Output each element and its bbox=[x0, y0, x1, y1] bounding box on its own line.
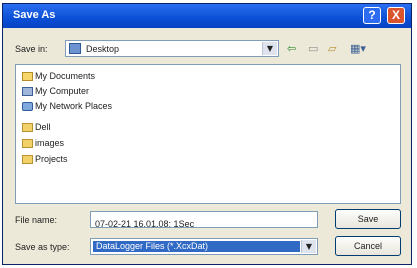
folder-icon bbox=[22, 122, 33, 132]
new-folder-icon[interactable]: ▱ bbox=[328, 42, 336, 55]
list-item-label: My Documents bbox=[35, 71, 96, 81]
list-item[interactable]: Projects bbox=[22, 153, 68, 165]
my-documents-icon bbox=[22, 71, 33, 81]
list-item-label: images bbox=[35, 138, 65, 148]
save-as-type-dropdown[interactable]: DataLogger Files (*.XcxDat) ▼ bbox=[90, 238, 318, 255]
file-list[interactable]: My Documents My Computer My Network Plac… bbox=[15, 64, 401, 204]
list-item[interactable]: images bbox=[22, 137, 64, 149]
list-item-label: Dell bbox=[35, 122, 51, 132]
my-network-places-icon bbox=[22, 101, 33, 111]
chevron-down-icon[interactable]: ▼ bbox=[301, 240, 316, 253]
title-bar[interactable]: Save As ? X bbox=[3, 4, 411, 28]
view-menu-icon[interactable]: ▦▾ bbox=[350, 42, 366, 55]
folder-icon bbox=[22, 154, 33, 164]
cancel-button[interactable]: Cancel bbox=[335, 236, 401, 256]
list-item[interactable]: My Documents bbox=[22, 70, 95, 82]
list-item[interactable]: My Computer bbox=[22, 85, 89, 97]
save-in-dropdown[interactable]: Desktop ▼ bbox=[65, 40, 279, 57]
folder-icon bbox=[22, 138, 33, 148]
dialog-title: Save As bbox=[13, 9, 56, 21]
help-button[interactable]: ? bbox=[363, 7, 381, 24]
chevron-down-icon[interactable]: ▼ bbox=[262, 42, 277, 55]
list-item-label: My Network Places bbox=[35, 101, 113, 111]
save-as-type-value: DataLogger Files (*.XcxDat) bbox=[93, 241, 300, 252]
desktop-icon bbox=[69, 43, 81, 54]
back-icon[interactable]: ⇦ bbox=[287, 42, 296, 55]
list-item[interactable]: My Network Places bbox=[22, 100, 112, 112]
up-folder-icon[interactable]: ▭ bbox=[308, 42, 318, 55]
save-in-value: Desktop bbox=[86, 44, 120, 54]
file-name-field[interactable] bbox=[90, 211, 318, 232]
file-name-input[interactable] bbox=[91, 216, 317, 232]
save-in-label: Save in: bbox=[15, 44, 48, 54]
save-as-type-label: Save as type: bbox=[15, 242, 70, 252]
file-name-label: File name: bbox=[15, 215, 58, 225]
save-button[interactable]: Save bbox=[335, 209, 401, 229]
close-button[interactable]: X bbox=[387, 7, 405, 24]
save-as-dialog: Save As ? X Save in: Desktop ▼ ⇦ ▭ ▱ ▦▾ … bbox=[2, 3, 412, 265]
my-computer-icon bbox=[22, 86, 33, 96]
list-item[interactable]: Dell bbox=[22, 121, 51, 133]
list-item-label: My Computer bbox=[35, 86, 90, 96]
list-item-label: Projects bbox=[35, 154, 68, 164]
